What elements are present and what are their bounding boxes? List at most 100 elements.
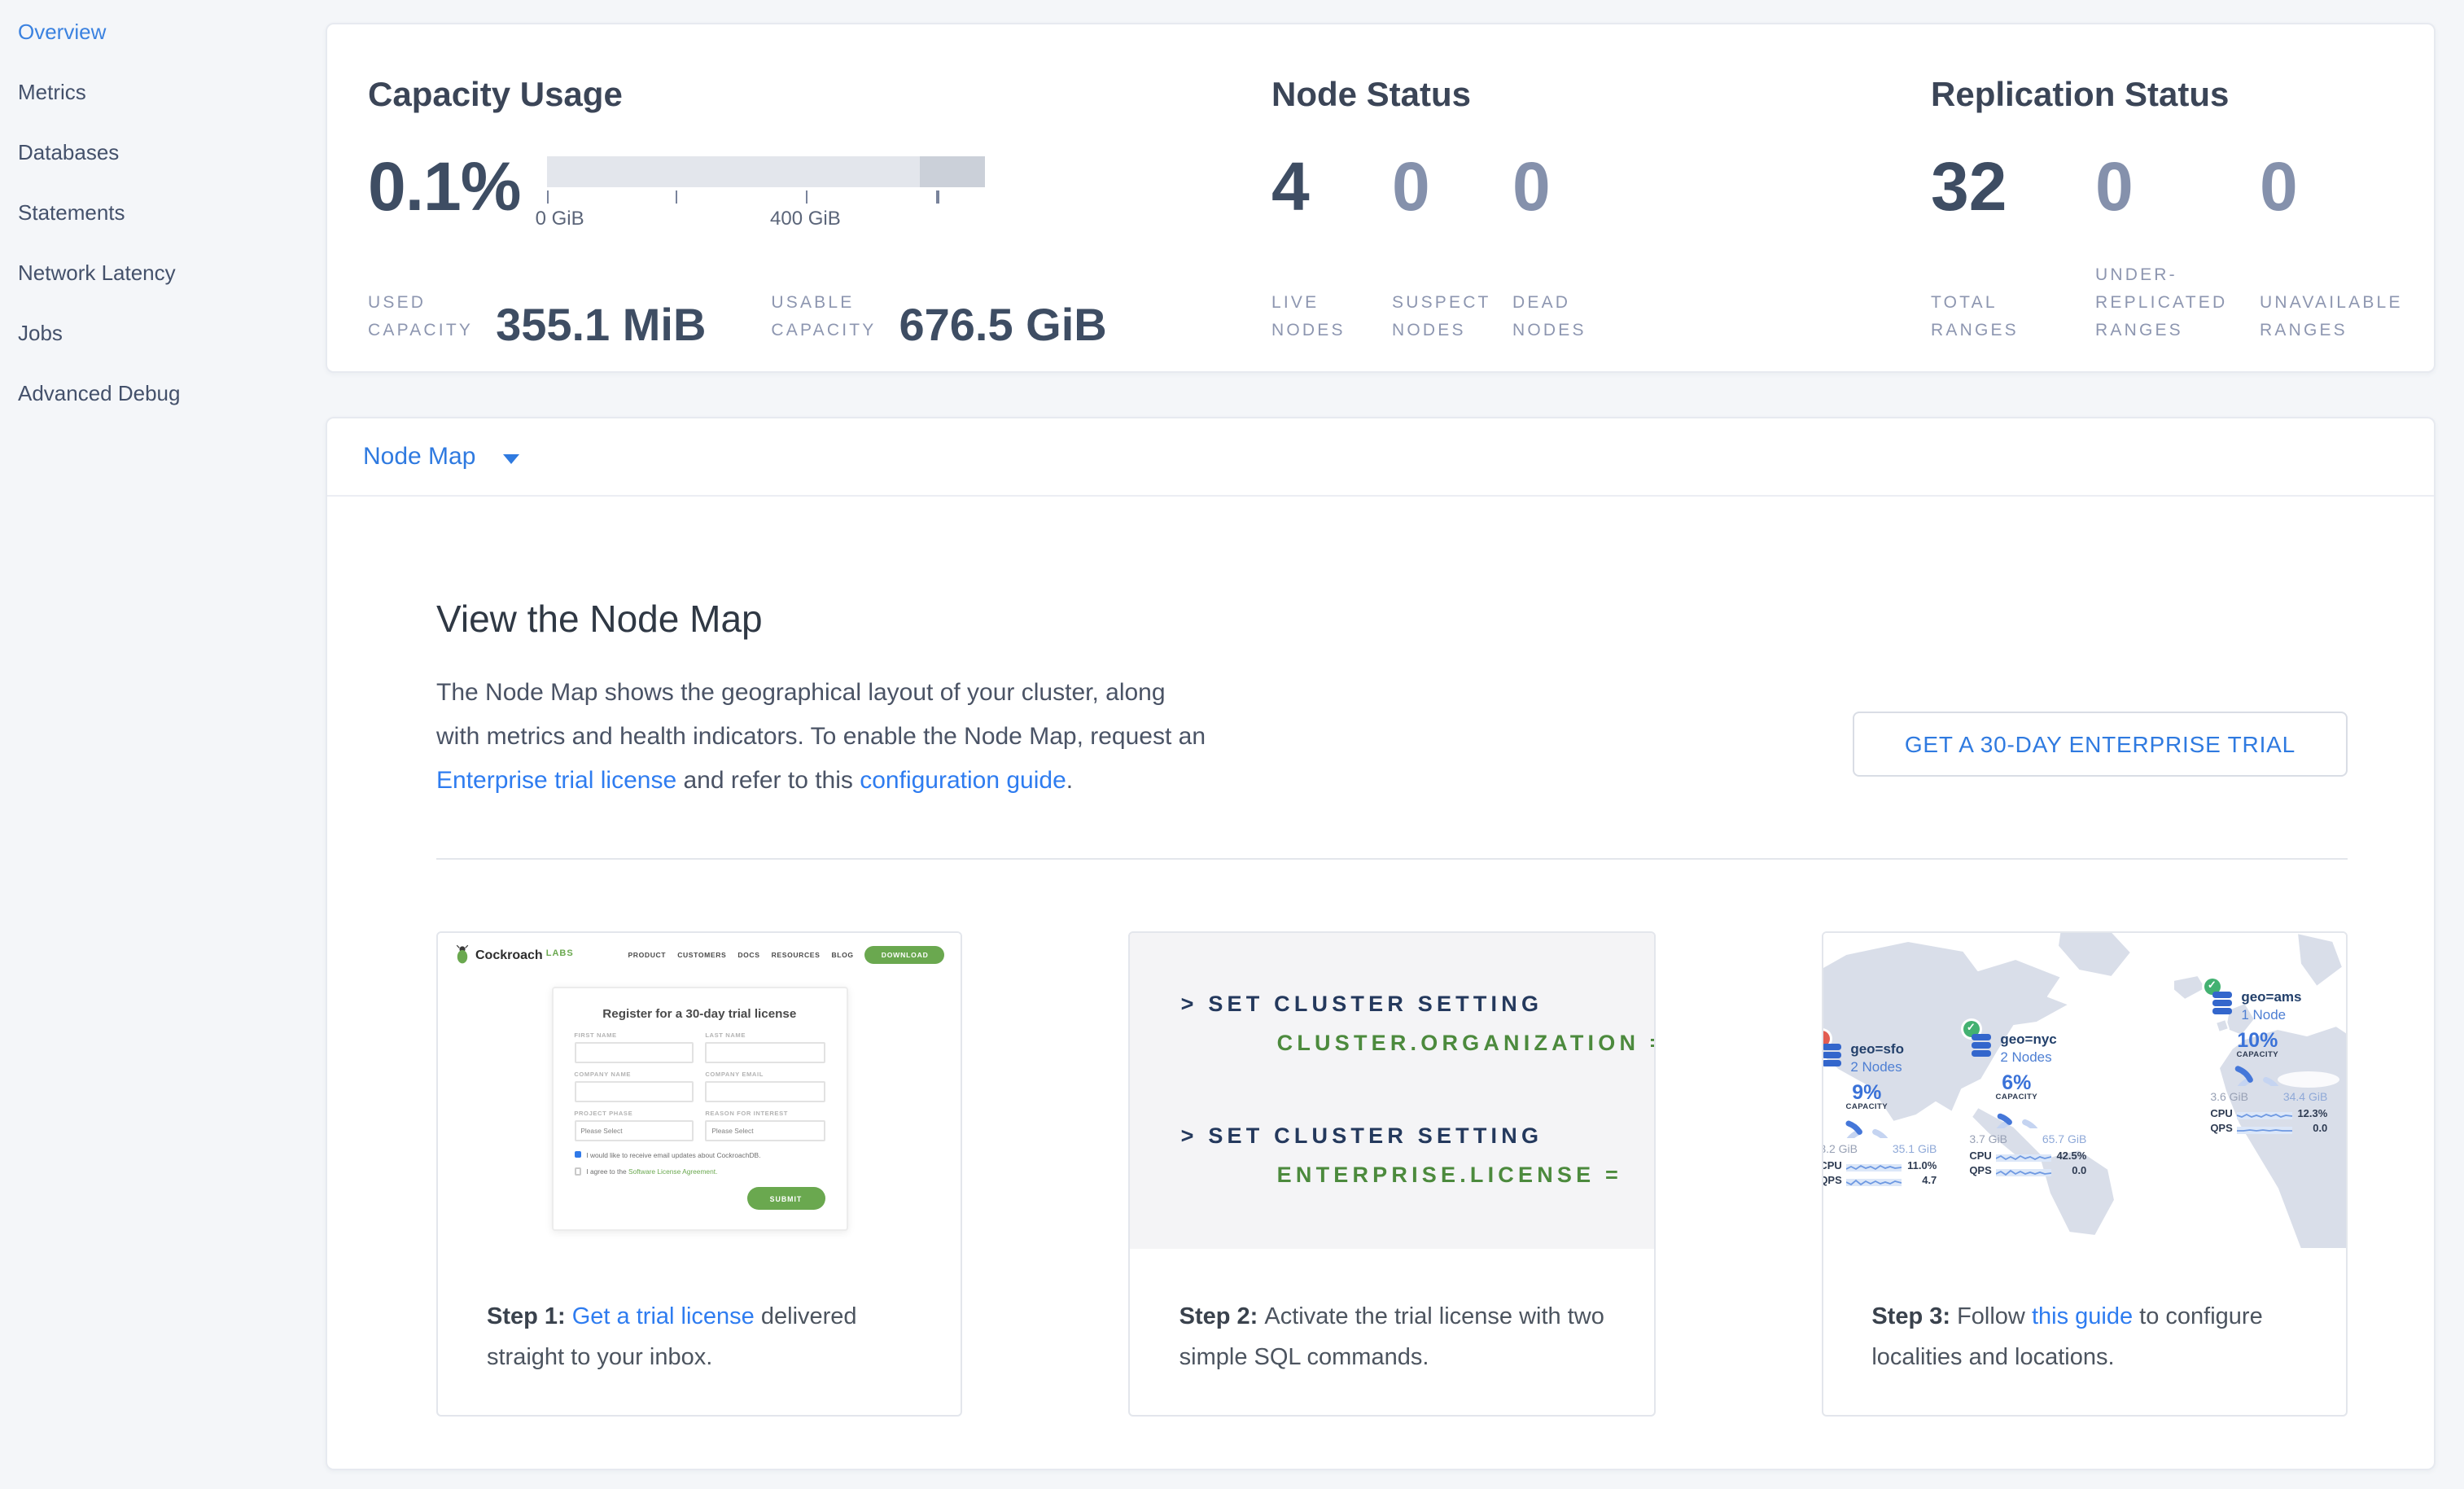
mini-input-company-email xyxy=(705,1081,825,1102)
capacity-bar-other-usage-segment xyxy=(920,156,984,187)
sidebar-item-statements[interactable]: Statements xyxy=(18,182,326,243)
capacity-usage-title: Capacity Usage xyxy=(368,77,1255,116)
this-guide-link[interactable]: this guide xyxy=(2032,1304,2133,1330)
locality-node-count: 1 Node xyxy=(2241,1006,2327,1023)
mini-select-reason: Please Select xyxy=(705,1120,825,1141)
node-map-panel: Node Map View the Node Map The Node Map … xyxy=(326,417,2436,1470)
sql-command-line: > SET CLUSTER SETTING xyxy=(1181,985,1654,1024)
live-nodes-value: 4 xyxy=(1271,151,1392,223)
mini-site-nav: PRODUCT CUSTOMERS DOCS RESOURCES BLOG DO… xyxy=(628,945,944,963)
database-icon xyxy=(1971,1034,1990,1057)
step3-caption: Step 3: Follow this guide to configure l… xyxy=(1823,1249,2346,1379)
suspect-nodes-value: 0 xyxy=(1392,151,1512,223)
locality-nyc: ✓ geo=nyc 2 Nodes xyxy=(1969,1031,2086,1179)
enterprise-trial-license-link[interactable]: Enterprise trial license xyxy=(436,767,676,795)
checkbox-checked-icon xyxy=(574,1151,581,1158)
suspect-nodes-label: SUSPECTNODES xyxy=(1392,290,1512,345)
step1-card: Cockroach LABS PRODUCT CUSTOMERS DOCS RE… xyxy=(436,931,963,1417)
cpu-sparkline xyxy=(1845,1160,1901,1173)
sidebar-item-jobs[interactable]: Jobs xyxy=(18,303,326,363)
node-status-title: Node Status xyxy=(1271,77,1923,116)
mini-submit-button: SUBMIT xyxy=(747,1187,825,1210)
mini-trial-form: Register for a 30-day trial license FIRS… xyxy=(551,987,847,1231)
dead-nodes-value: 0 xyxy=(1512,151,1633,223)
locality-name: geo=nyc xyxy=(2000,1031,2086,1047)
mini-input-company-name xyxy=(574,1081,694,1102)
used-capacity-value: 355.1 MiB xyxy=(496,306,706,345)
step3-card: ! geo=sfo 2 Nodes xyxy=(1821,931,2348,1417)
under-replicated-ranges-label: UNDER-REPLICATEDRANGES xyxy=(2095,262,2260,345)
node-map-description: The Node Map shows the geographical layo… xyxy=(436,671,1214,803)
qps-sparkline xyxy=(1845,1176,1901,1189)
total-ranges-value: 32 xyxy=(1931,151,2095,223)
mini-site-header: Cockroach LABS PRODUCT CUSTOMERS DOCS RE… xyxy=(438,933,961,964)
sidebar-item-metrics[interactable]: Metrics xyxy=(18,62,326,122)
configuration-guide-link[interactable]: configuration guide xyxy=(860,767,1066,795)
database-icon xyxy=(2212,992,2231,1014)
capacity-gauge: 10% CAPACITY xyxy=(2230,1031,2285,1086)
step2-card: > SET CLUSTER SETTING CLUSTER.ORGANIZATI… xyxy=(1129,931,1656,1417)
locality-name: geo=ams xyxy=(2241,988,2327,1005)
sidebar-item-advanced-debug[interactable]: Advanced Debug xyxy=(18,363,326,423)
mini-checkbox-email-updates: I would like to receive email updates ab… xyxy=(574,1150,825,1158)
total-ranges-label: TOTALRANGES xyxy=(1931,290,2095,345)
sql-command-arg: ENTERPRISE.LICENSE = xyxy=(1277,1156,1654,1195)
tick-label-0: 0 GiB xyxy=(536,207,584,230)
capacity-bar-chart: 0 GiB 400 GiB xyxy=(546,151,984,230)
node-map-view-selector[interactable]: Node Map xyxy=(327,418,2434,497)
sql-command-line: > SET CLUSTER SETTING xyxy=(1181,1117,1654,1156)
unavailable-ranges-label: UNAVAILABLERANGES xyxy=(2260,290,2424,345)
sql-command-arg: CLUSTER.ORGANIZATION = xyxy=(1277,1024,1654,1063)
mini-input-last-name xyxy=(705,1042,825,1063)
qps-sparkline xyxy=(1995,1166,2050,1179)
get-enterprise-trial-button[interactable]: GET A 30-DAY ENTERPRISE TRIAL xyxy=(1853,712,2348,777)
sidebar-item-databases[interactable]: Databases xyxy=(18,122,326,182)
capacity-bar xyxy=(546,156,984,187)
mini-site-download-button: DOWNLOAD xyxy=(865,945,945,963)
capacity-bar-ticks xyxy=(546,189,984,205)
usable-capacity-label: USABLE CAPACITY xyxy=(771,290,876,345)
usable-capacity-value: 676.5 GiB xyxy=(899,306,1106,345)
cockroachdb-admin-overview-page: Overview Metrics Databases Statements Ne… xyxy=(0,0,2464,1489)
sidebar-item-network-latency[interactable]: Network Latency xyxy=(18,243,326,303)
cockroach-labs-logo-icon xyxy=(454,944,470,964)
replication-status-section: Replication Status 32 0 0 TOTALRANGES UN… xyxy=(1931,77,2427,345)
cpu-sparkline xyxy=(2236,1108,2291,1121)
dead-nodes-label: DEADNODES xyxy=(1512,290,1633,345)
locality-node-count: 2 Nodes xyxy=(2000,1049,2086,1065)
sidebar-item-overview[interactable]: Overview xyxy=(18,2,326,62)
capacity-usage-section: Capacity Usage 0.1% 0 GiB 400 Gi xyxy=(368,77,1255,345)
locality-node-count: 2 Nodes xyxy=(1850,1058,1937,1075)
tick-label-400: 400 GiB xyxy=(770,207,841,230)
mini-site-brand: Cockroach xyxy=(475,947,543,961)
used-capacity-label: USED CAPACITY xyxy=(368,290,473,345)
step1-website-thumbnail: Cockroach LABS PRODUCT CUSTOMERS DOCS RE… xyxy=(438,933,961,1249)
section-divider xyxy=(436,858,2348,860)
caret-down-icon xyxy=(503,454,519,464)
replication-status-title: Replication Status xyxy=(1931,77,2427,116)
step2-sql-snippet: > SET CLUSTER SETTING CLUSTER.ORGANIZATI… xyxy=(1131,933,1654,1249)
mini-select-project-phase: Please Select xyxy=(574,1120,694,1141)
database-icon xyxy=(1823,1044,1840,1066)
under-replicated-ranges-value: 0 xyxy=(2095,151,2260,223)
mini-site-brand-suffix: LABS xyxy=(546,949,574,959)
get-trial-license-link[interactable]: Get a trial license xyxy=(572,1304,755,1330)
locality-sfo: ! geo=sfo 2 Nodes xyxy=(1823,1040,1937,1189)
node-status-section: Node Status 4 0 0 LIVENODES SUSPECTNODES… xyxy=(1271,77,1923,345)
mini-input-first-name xyxy=(574,1042,694,1063)
locality-ams: ✓ geo=ams 1 Node xyxy=(2210,988,2327,1136)
unavailable-ranges-value: 0 xyxy=(2260,151,2424,223)
capacity-used-percent: 0.1% xyxy=(368,151,520,230)
node-map-content: View the Node Map The Node Map shows the… xyxy=(327,598,2434,1417)
sidebar: Overview Metrics Databases Statements Ne… xyxy=(0,0,326,1489)
capacity-gauge: 9% CAPACITY xyxy=(1839,1083,1894,1138)
mini-form-title: Register for a 30-day trial license xyxy=(574,1006,825,1021)
checkbox-empty-icon xyxy=(574,1168,581,1176)
node-map-selector-label: Node Map xyxy=(363,443,475,471)
capacity-gauge: 6% CAPACITY xyxy=(1989,1073,2044,1128)
step1-caption: Step 1: Get a trial license delivered st… xyxy=(438,1249,961,1379)
cpu-sparkline xyxy=(1995,1150,2050,1163)
step3-node-map-thumbnail: ! geo=sfo 2 Nodes xyxy=(1823,933,2346,1249)
mini-checkbox-license: I agree to the Software License Agreemen… xyxy=(574,1167,825,1176)
live-nodes-label: LIVENODES xyxy=(1271,290,1392,345)
